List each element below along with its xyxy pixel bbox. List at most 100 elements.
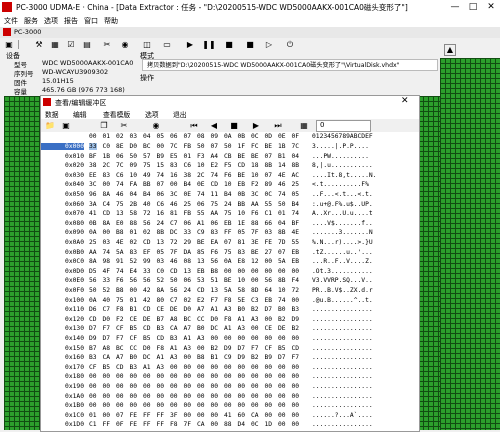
hex-byte[interactable]: DC [170,229,178,236]
hex-byte[interactable]: 55 [265,201,273,208]
hex-byte[interactable]: D9 [224,345,232,352]
hex-byte[interactable]: 25 [292,181,300,188]
hex-byte[interactable]: BE [224,277,232,284]
hex-byte[interactable]: F7 [251,345,259,352]
hex-byte[interactable]: B0 [130,354,138,361]
hex-byte[interactable]: 00 [130,287,138,294]
hex-byte[interactable]: 00 [292,421,300,428]
hex-byte[interactable]: 00 [278,421,286,428]
hex-byte[interactable]: 8B [157,229,165,236]
scroll-up-icon[interactable]: ▲ [444,44,456,56]
hex-byte[interactable]: 00 [224,335,232,342]
hex-byte[interactable]: 00 [170,393,178,400]
hex-byte[interactable]: E4 [130,268,138,275]
hex-byte[interactable]: 00 [238,335,246,342]
goto-input[interactable]: 0 [316,120,371,132]
hex-byte[interactable]: CA [251,412,259,419]
scissors-icon[interactable]: ✂ [100,39,114,50]
hex-byte[interactable]: 00 [251,393,259,400]
hex-byte[interactable]: BC [143,143,151,150]
hex-byte[interactable]: AA [251,201,259,208]
hex-byte[interactable]: 00 [224,402,232,409]
hex-byte[interactable]: D9 [292,316,300,323]
hex-byte[interactable]: BE [197,239,205,246]
hex-byte[interactable]: DA [184,249,192,256]
hex-row[interactable]: 0x040 3C 00 74 FA BB 07 00 B4 0E CD 10 EB F2 89 46 25 <.t… [41,180,419,190]
hex-byte[interactable]: 0B [238,191,246,198]
hex-byte[interactable]: 88 [130,220,138,227]
hex-byte[interactable]: 00 [116,402,124,409]
hex-byte[interactable]: F2 [251,181,259,188]
hex-byte[interactable]: 8D [251,287,259,294]
hex-row[interactable]: 0x0F0 50 52 B8 00 42 8A 56 24 CD 13 5A 58 8D 64 10 72 PR.… [41,286,419,296]
hex-byte[interactable]: 00 [170,181,178,188]
menu-file[interactable]: 文件 [4,16,18,26]
hex-byte[interactable]: 41 [224,412,232,419]
hex-byte[interactable]: 00 [278,383,286,390]
hex-byte[interactable]: FC [251,143,259,150]
hex-byte[interactable]: 50 [278,201,286,208]
menu-options[interactable]: 选项 [44,16,58,26]
hex-byte[interactable]: 1B [103,153,111,160]
hex-byte[interactable]: 33 [89,143,97,150]
hex-byte[interactable]: B2 [278,316,286,323]
hex-byte[interactable]: 72 [143,210,151,217]
hex-byte[interactable]: B3 [89,354,97,361]
hex-byte[interactable]: 00 [292,335,300,342]
hex-row[interactable]: 0x070 41 CD 13 58 72 16 81 FB 55 AA 75 10 F6 C1 01 74 A..… [41,209,419,219]
hex-byte[interactable]: 75 [211,201,219,208]
hex-byte[interactable]: 00 [224,268,232,275]
hex-byte[interactable]: E2 [211,162,219,169]
hex-byte[interactable]: DE [170,306,178,313]
hex-byte[interactable]: F8 [116,306,124,313]
hex-byte[interactable]: 00 [265,373,273,380]
hex-byte[interactable]: 13 [157,239,165,246]
hex-byte[interactable]: 4E [116,239,124,246]
hex-byte[interactable]: 00 [278,268,286,275]
hex-byte[interactable]: 00 [292,364,300,371]
hex-byte[interactable]: 00 [238,373,246,380]
hex-byte[interactable]: 42 [143,297,151,304]
hex-byte[interactable]: A3 [224,306,232,313]
hex-byte[interactable]: A8 [103,345,111,352]
hex-byte[interactable]: B3 [157,325,165,332]
hex-byte[interactable]: D4 [238,421,246,428]
hex-byte[interactable]: 00 [197,383,205,390]
binoculars-icon[interactable]: ◉ [118,39,132,50]
editor-menu-edit[interactable]: 编辑 [73,109,87,119]
hex-byte[interactable]: F4 [292,277,300,284]
hex-byte[interactable]: 01 [278,210,286,217]
hex-row[interactable]: 0x1B0 00 00 00 00 00 00 00 00 00 00 00 00 00 00 00 00...… [41,401,419,411]
hex-byte[interactable]: 00 [211,421,219,428]
hex-byte[interactable]: 66 [265,220,273,227]
hex-byte[interactable]: B2 [292,325,300,332]
hex-byte[interactable]: 00 [170,364,178,371]
hex-byte[interactable]: 00 [116,383,124,390]
hex-byte[interactable]: 51 [211,277,219,284]
hex-byte[interactable]: D7 [265,306,273,313]
hex-byte[interactable]: CD [103,210,111,217]
hex-byte[interactable]: 7D [278,239,286,246]
hex-byte[interactable]: 33 [103,277,111,284]
hex-byte[interactable]: 07 [211,143,219,150]
hex-byte[interactable]: 00 [89,383,97,390]
hex-byte[interactable]: 00 [143,383,151,390]
hex-row[interactable]: 0x020 38 2C 7C 09 75 15 83 C6 10 E2 F5 CD 18 8B 14 8B 8,|… [41,161,419,171]
hex-byte[interactable]: A7 [184,325,192,332]
hex-byte[interactable]: 01 [89,412,97,419]
hex-byte[interactable]: 00 [157,402,165,409]
hex-byte[interactable]: 24 [157,220,165,227]
hex-byte[interactable]: 25 [184,201,192,208]
hex-byte[interactable]: F6 [211,249,219,256]
hex-byte[interactable]: CD [197,287,205,294]
hex-byte[interactable]: 00 [224,364,232,371]
hex-byte[interactable]: 02 [184,297,192,304]
hex-byte[interactable]: 10 [224,181,232,188]
power-icon[interactable]: ⏻ [283,39,297,50]
hex-byte[interactable]: 00 [170,383,178,390]
hex-byte[interactable]: 03 [103,239,111,246]
hex-byte[interactable]: B5 [103,364,111,371]
hex-byte[interactable]: A3 [157,364,165,371]
hex-byte[interactable]: B5 [278,345,286,352]
device-icon[interactable]: ▣ [2,39,16,50]
